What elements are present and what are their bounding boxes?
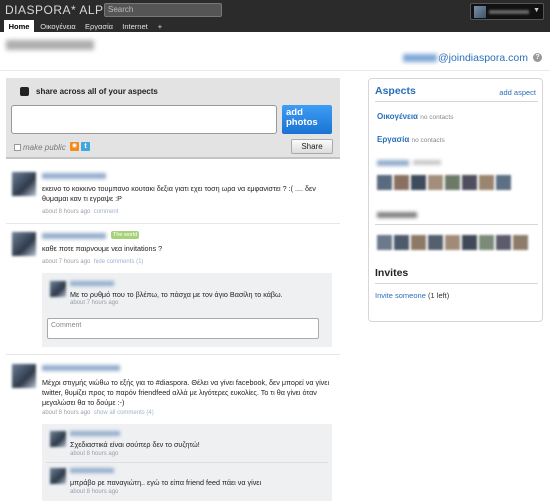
post-text: καθε ποτε παιρνουμε νεα invitations ? [42,244,163,253]
twitter-icon[interactable]: t [81,142,90,151]
comment-avatar[interactable] [50,431,66,447]
share-button[interactable]: Share [291,139,333,154]
aspects-title[interactable]: Aspects [375,85,416,97]
contact-thumb[interactable] [428,235,443,250]
invite-someone-link[interactable]: Invite someone [375,291,426,300]
aspect-status-blurred [413,160,441,165]
contact-thumb[interactable] [394,235,409,250]
contact-thumb[interactable] [513,235,528,250]
top-bar: DIASPORA* ALPHA Search ▼ [0,0,550,20]
comment-link[interactable]: comment [94,209,119,215]
comment-avatar[interactable] [50,281,66,297]
aspect-name-blurred[interactable] [377,160,409,166]
comment-author-blurred[interactable] [70,431,120,436]
contact-thumb[interactable] [377,175,392,190]
status-textarea[interactable] [11,105,277,134]
tab-internet[interactable]: Internet [118,20,152,32]
comment-text: Με το ρυθμό που το βλέπω, το πάσχα με το… [70,290,283,299]
publisher: share across all of your aspects add pho… [6,78,340,159]
contact-thumb[interactable] [411,175,426,190]
post-author-blurred[interactable] [42,233,106,239]
post-author-blurred[interactable] [42,365,120,371]
post-text: εκεινο το κοκκινο τουμπανο κουτακι δεξια… [42,184,316,203]
contact-thumb[interactable] [394,175,409,190]
post-author-blurred[interactable] [42,173,106,179]
search-input[interactable]: Search [104,3,222,17]
make-public-toggle[interactable]: make public [14,143,66,152]
user-avatar [474,6,486,18]
tab-home[interactable]: Home [4,20,34,32]
user-menu[interactable]: ▼ [470,3,544,20]
add-photos-button[interactable]: add photos [282,105,332,134]
show-all-comments-link[interactable]: show all comments (4) [94,410,154,416]
post-meta: about 8 hours ago show all comments (4) [42,410,154,416]
user-name-blurred [489,10,529,14]
header-divider [0,70,550,71]
publisher-title: share across all of your aspects [36,87,158,96]
diaspora-address: @joindiaspora.com [402,52,528,64]
aspect-work[interactable]: Εργασία no contacts [377,135,445,144]
help-icon[interactable]: ? [533,53,542,62]
contact-thumb[interactable] [479,175,494,190]
post-avatar[interactable] [12,364,36,388]
comment-text: Σχεδιαστικά είναι σούπερ δεν το συζητώ! [70,440,200,449]
comment-avatar[interactable] [50,468,66,484]
invite-row: Invite someone (1 left) [375,291,450,300]
contact-thumb[interactable] [428,175,443,190]
post-meta: about 7 hours ago hide comments (1) [42,259,144,265]
comment-time: about 8 hours ago [70,489,119,495]
aspects-sidebar: Aspects add aspect Οικογένεια no contact… [368,78,543,322]
comment-author-blurred[interactable] [70,468,114,473]
add-aspect-tab[interactable]: + [154,20,166,32]
comment-author-blurred[interactable] [70,281,114,286]
comment-time: about 7 hours ago [70,300,119,306]
contact-thumb[interactable] [411,235,426,250]
add-aspect-link[interactable]: add aspect [499,88,536,97]
sidebar-divider [375,101,538,102]
tab-family[interactable]: Οικογένεια [36,20,80,32]
comment-divider [46,462,328,463]
sidebar-divider [375,283,538,284]
post-text: Μέχρι στιγμής νιώθω το εξής για το #dias… [42,378,330,407]
contact-thumb[interactable] [462,235,477,250]
all-contacts-blurred[interactable] [377,212,417,218]
comment-text: μπράβο ρε παναγιώτη.. εγώ το είπα friend… [70,478,262,487]
comment-input[interactable]: Comment [47,318,319,339]
contact-thumb[interactable] [479,235,494,250]
post-avatar[interactable] [12,232,36,256]
contact-thumb[interactable] [496,175,511,190]
hide-comments-link[interactable]: hide comments (1) [94,259,144,265]
contact-thumb[interactable] [496,235,511,250]
post-avatar[interactable] [12,172,36,196]
post-divider [6,223,340,224]
chevron-down-icon: ▼ [533,7,540,14]
make-public-checkbox[interactable] [14,144,21,152]
post-meta: about 8 hours ago comment [42,209,119,215]
aspect-badge: The world [111,231,140,239]
rss-icon[interactable]: ◉ [70,142,79,151]
page-title-blurred [6,40,94,50]
comment-time: about 8 hours ago [70,451,119,457]
aspect-family[interactable]: Οικογένεια no contacts [377,112,453,121]
contact-thumb[interactable] [462,175,477,190]
speech-bubble-icon [20,87,29,96]
invites-title: Invites [375,267,409,279]
tab-work[interactable]: Εργασία [82,20,116,32]
sidebar-divider [375,224,538,225]
contact-thumb[interactable] [377,235,392,250]
contact-thumb[interactable] [445,175,460,190]
post-divider [6,354,340,355]
contact-thumb[interactable] [445,235,460,250]
username-blurred [402,54,437,63]
